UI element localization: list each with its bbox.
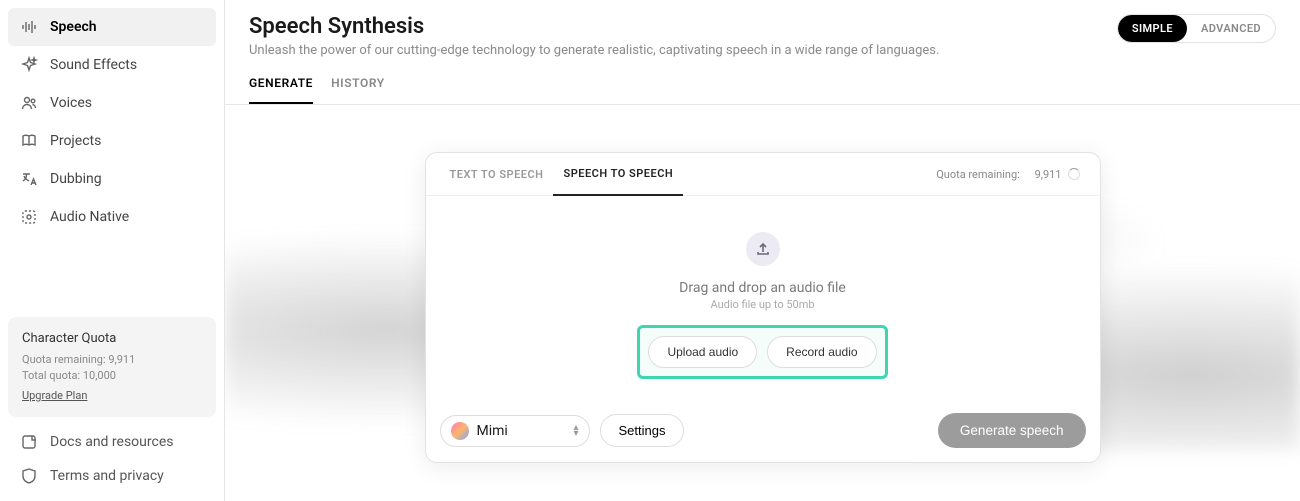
sidebar-item-label: Voices xyxy=(50,95,92,111)
dropzone[interactable]: Drag and drop an audio file Audio file u… xyxy=(426,196,1100,399)
page-title: Speech Synthesis xyxy=(249,14,939,39)
sparkle-icon xyxy=(20,56,38,74)
sidebar-item-speech[interactable]: Speech xyxy=(8,8,216,46)
tab-generate[interactable]: GENERATE xyxy=(249,76,313,104)
footer-link-label: Docs and resources xyxy=(50,434,173,450)
footer-docs[interactable]: Docs and resources xyxy=(8,425,216,459)
voice-name: Mimi xyxy=(477,423,508,439)
mode-advanced[interactable]: ADVANCED xyxy=(1187,15,1275,42)
quota-title: Character Quota xyxy=(22,331,202,346)
generator-card: TEXT TO SPEECH SPEECH TO SPEECH Quota re… xyxy=(425,152,1101,463)
sidebar-item-sound-effects[interactable]: Sound Effects xyxy=(8,46,216,84)
footer-link-label: Terms and privacy xyxy=(50,468,164,484)
page-subtitle: Unleash the power of our cutting-edge te… xyxy=(249,43,939,58)
main: Speech Synthesis Unleash the power of ou… xyxy=(225,0,1300,501)
voice-select[interactable]: Mimi ▴▾ xyxy=(440,415,590,447)
shield-icon xyxy=(20,467,38,485)
waveform-icon xyxy=(20,18,38,36)
people-icon xyxy=(20,94,38,112)
generate-speech-button[interactable]: Generate speech xyxy=(938,413,1086,448)
mode-simple[interactable]: SIMPLE xyxy=(1118,15,1187,42)
sidebar-item-label: Audio Native xyxy=(50,209,129,225)
translate-icon xyxy=(20,170,38,188)
upgrade-plan-link[interactable]: Upgrade Plan xyxy=(22,389,87,402)
sidebar-item-voices[interactable]: Voices xyxy=(8,84,216,122)
sidebar-item-projects[interactable]: Projects xyxy=(8,122,216,160)
drop-title: Drag and drop an audio file xyxy=(446,280,1080,296)
embed-icon xyxy=(20,208,38,226)
footer-terms[interactable]: Terms and privacy xyxy=(8,459,216,493)
sidebar-item-label: Speech xyxy=(50,19,97,35)
card-quota: Quota remaining: 9,911 xyxy=(936,168,1085,181)
sidebar: Speech Sound Effects Voices Projects Dub… xyxy=(0,0,225,501)
sidebar-item-label: Sound Effects xyxy=(50,57,137,73)
tab-history[interactable]: HISTORY xyxy=(331,76,385,104)
settings-button[interactable]: Settings xyxy=(600,414,685,447)
sidebar-item-dubbing[interactable]: Dubbing xyxy=(8,160,216,198)
upload-audio-button[interactable]: Upload audio xyxy=(648,336,757,368)
upload-icon xyxy=(746,232,780,266)
chevron-updown-icon: ▴▾ xyxy=(573,425,578,437)
mode-toggle: SIMPLE ADVANCED xyxy=(1117,14,1276,43)
highlighted-buttons: Upload audio Record audio xyxy=(637,325,887,379)
book-icon xyxy=(20,132,38,150)
card-tab-tts[interactable]: TEXT TO SPEECH xyxy=(440,154,554,195)
record-audio-button[interactable]: Record audio xyxy=(767,336,876,368)
sidebar-item-audio-native[interactable]: Audio Native xyxy=(8,198,216,236)
sidebar-item-label: Projects xyxy=(50,133,101,149)
card-tab-sts[interactable]: SPEECH TO SPEECH xyxy=(553,153,683,196)
quota-box: Character Quota Quota remaining: 9,911 T… xyxy=(8,317,216,417)
sidebar-item-label: Dubbing xyxy=(50,171,102,187)
voice-avatar-icon xyxy=(451,422,469,440)
spinner-icon xyxy=(1068,168,1080,180)
drop-sub: Audio file up to 50mb xyxy=(446,298,1080,311)
doc-icon xyxy=(20,433,38,451)
